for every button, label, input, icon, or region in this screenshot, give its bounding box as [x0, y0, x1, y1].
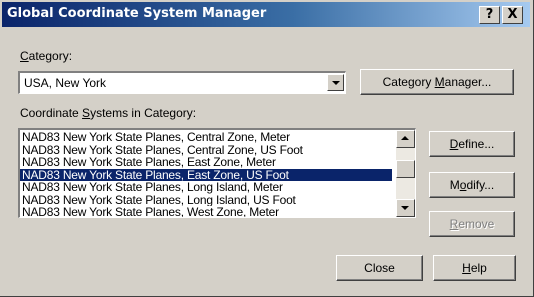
chevron-down-icon [401, 206, 409, 210]
define-button[interactable]: Define... [429, 131, 515, 157]
window-title: Global Coordinate System Manager [7, 6, 267, 21]
category-label-mnemonic: C [20, 49, 29, 63]
close-button[interactable]: Close [336, 255, 423, 281]
modify-label-pre: M [449, 178, 460, 192]
category-manager-label-post: anager... [444, 75, 492, 89]
modify-label-post: dify... [466, 178, 495, 192]
systems-label-pre: Coordinate [20, 106, 83, 120]
chevron-down-icon [332, 81, 340, 85]
remove-mnemonic: R [449, 217, 459, 231]
help-label: elp [470, 261, 487, 275]
dropdown-arrow-button[interactable] [327, 74, 344, 91]
remove-label: emove [458, 217, 495, 231]
list-item[interactable]: NAD83 New York State Planes, East Zone, … [20, 168, 392, 181]
scroll-up-button[interactable] [396, 130, 415, 148]
systems-label-post: ystems in Category: [90, 106, 197, 120]
list-item[interactable]: NAD83 New York State Planes, Long Island… [20, 194, 392, 207]
help-button[interactable]: Help [433, 255, 516, 281]
coordinate-system-manager-dialog: Global Coordinate System Manager ? X Cat… [0, 0, 534, 297]
question-icon: ? [485, 7, 494, 22]
chevron-up-icon [401, 136, 409, 140]
modify-button[interactable]: Modify... [429, 172, 515, 198]
define-mnemonic: D [449, 137, 459, 151]
list-items: NAD83 New York State Planes, Central Zon… [20, 131, 392, 217]
scroll-thumb[interactable] [396, 160, 415, 178]
help-title-button[interactable]: ? [479, 6, 500, 24]
close-icon: X [507, 7, 518, 22]
list-item[interactable]: NAD83 New York State Planes, East Zone, … [20, 156, 392, 169]
category-label: Category: [20, 49, 72, 63]
list-item[interactable]: NAD83 New York State Planes, Central Zon… [20, 144, 392, 157]
category-manager-label-pre: Category [382, 75, 435, 89]
close-label: Close [364, 261, 395, 275]
systems-label: Coordinate Systems in Category: [20, 106, 196, 120]
category-manager-button[interactable]: Category Manager... [360, 69, 514, 95]
category-selected-value: USA, New York [24, 76, 107, 90]
list-item[interactable]: NAD83 New York State Planes, Long Island… [20, 181, 392, 194]
remove-button[interactable]: Remove [429, 211, 515, 237]
help-mnemonic: H [462, 261, 471, 275]
title-bar[interactable]: Global Coordinate System Manager ? X [2, 2, 530, 27]
category-dropdown[interactable]: USA, New York [18, 71, 346, 94]
category-label-text: ategory: [28, 49, 73, 63]
list-item[interactable]: NAD83 New York State Planes, Central Zon… [20, 131, 392, 144]
close-title-button[interactable]: X [502, 6, 523, 24]
vertical-scrollbar[interactable] [396, 130, 415, 217]
systems-label-mnemonic: S [82, 106, 91, 120]
list-item[interactable]: NAD83 New York State Planes, West Zone, … [20, 206, 392, 217]
define-label: efine... [458, 137, 495, 151]
category-manager-mnemonic: M [434, 75, 445, 89]
coordinate-systems-list[interactable]: NAD83 New York State Planes, Central Zon… [18, 128, 416, 218]
scroll-down-button[interactable] [396, 199, 415, 217]
